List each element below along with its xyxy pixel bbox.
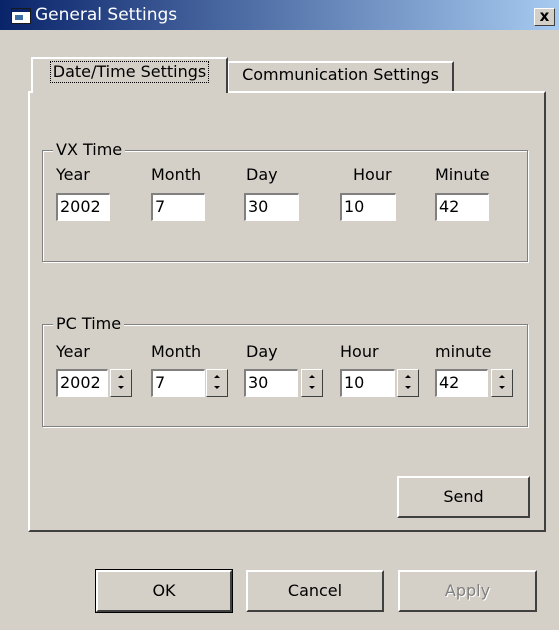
tab-date-time-settings-label: Date/Time Settings	[49, 61, 210, 83]
pc-minute-down-arrow-icon[interactable]	[492, 383, 512, 396]
vx-minute-field[interactable]: 42	[435, 193, 489, 221]
window-title: General Settings	[35, 5, 178, 25]
pc-day-spinner[interactable]	[301, 369, 323, 397]
title-bar[interactable]: General Settings x	[0, 0, 559, 30]
pc-month-field[interactable]: 7	[151, 369, 205, 397]
vx-hour-label: Hour	[353, 165, 392, 184]
pc-day-down-arrow-icon[interactable]	[302, 383, 322, 396]
pc-month-label: Month	[151, 342, 202, 361]
pc-hour-down-arrow-icon[interactable]	[398, 383, 418, 396]
pc-hour-up-arrow-icon[interactable]	[398, 370, 418, 383]
general-settings-dialog: General Settings x Date/Time Settings Co…	[0, 0, 559, 630]
vx-time-group-title: VX Time	[53, 139, 126, 161]
vx-year-field[interactable]: 2002	[56, 193, 110, 221]
pc-year-down-arrow-icon[interactable]	[111, 383, 131, 396]
pc-year-label: Year	[56, 342, 90, 361]
pc-month-spinner[interactable]	[206, 369, 228, 397]
pc-minute-field[interactable]: 42	[435, 369, 488, 397]
tab-communication-settings-label: Communication Settings	[242, 65, 439, 84]
vx-month-label: Month	[151, 165, 202, 184]
pc-year-spinner[interactable]	[110, 369, 132, 397]
vx-day-label: Day	[246, 165, 278, 184]
pc-day-label: Day	[246, 342, 278, 361]
pc-minute-label: minute	[435, 342, 492, 361]
close-button[interactable]: x	[534, 8, 555, 26]
date-time-settings-panel: VX Time Year Month Day Hour Minute 2002 …	[28, 91, 546, 532]
vx-year-label: Year	[56, 165, 90, 184]
apply-button: Apply	[398, 570, 537, 612]
tab-date-time-settings[interactable]: Date/Time Settings	[31, 57, 228, 93]
vx-month-field[interactable]: 7	[151, 193, 205, 221]
tab-communication-settings[interactable]: Communication Settings	[227, 61, 454, 91]
pc-minute-spinner[interactable]	[491, 369, 513, 397]
vx-hour-field[interactable]: 10	[340, 193, 396, 221]
pc-minute-up-arrow-icon[interactable]	[492, 370, 512, 383]
cancel-button[interactable]: Cancel	[246, 570, 384, 612]
app-window-icon[interactable]	[11, 8, 31, 24]
send-button[interactable]: Send	[397, 476, 530, 518]
pc-time-group-title: PC Time	[53, 313, 125, 335]
pc-month-up-arrow-icon[interactable]	[207, 370, 227, 383]
pc-year-up-arrow-icon[interactable]	[111, 370, 131, 383]
ok-button[interactable]: OK	[95, 569, 233, 613]
pc-day-field[interactable]: 30	[244, 369, 298, 397]
pc-hour-spinner[interactable]	[397, 369, 419, 397]
pc-day-up-arrow-icon[interactable]	[302, 370, 322, 383]
pc-month-down-arrow-icon[interactable]	[207, 383, 227, 396]
pc-year-field[interactable]: 2002	[56, 369, 108, 397]
vx-day-field[interactable]: 30	[244, 193, 299, 221]
pc-hour-field[interactable]: 10	[340, 369, 395, 397]
vx-minute-label: Minute	[435, 165, 490, 184]
pc-hour-label: Hour	[340, 342, 379, 361]
